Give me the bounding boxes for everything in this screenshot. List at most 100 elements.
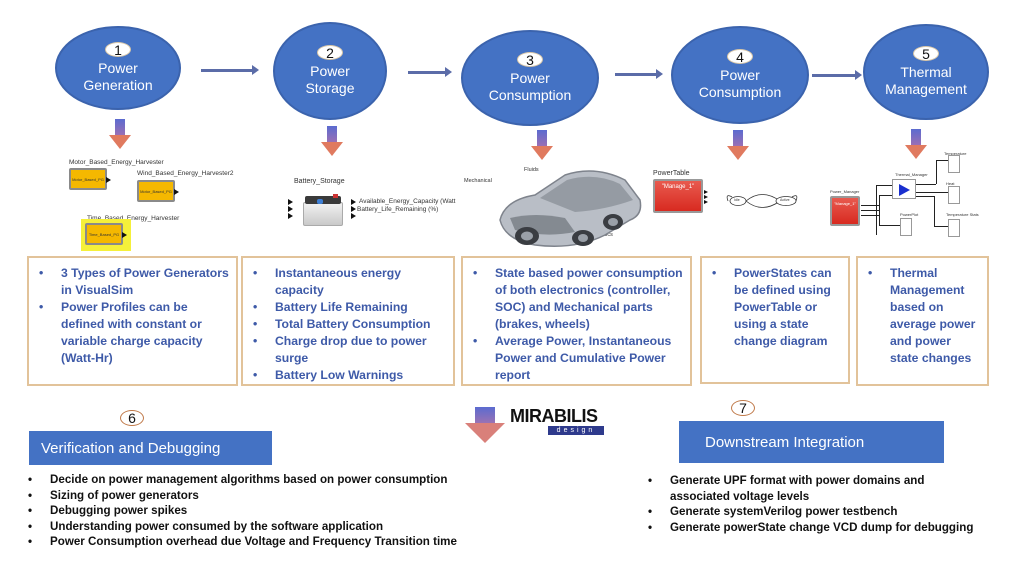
stage-title: Power — [310, 63, 350, 79]
verification-item: Debugging power spikes — [26, 503, 457, 519]
time-harvester-block: Time_Based_PG — [85, 223, 127, 245]
wire — [876, 185, 877, 235]
battery-output-life: Battery_Life_Remaining (%) — [357, 206, 439, 213]
stage-title: Generation — [83, 77, 153, 93]
stage-number-badge: 4 — [727, 49, 753, 65]
down-arrow-icon — [109, 119, 131, 149]
logo-wordmark: MIRABILIS — [510, 406, 598, 426]
powertable-label: PowerTable — [653, 170, 690, 177]
downstream-header: Downstream Integration — [679, 421, 944, 463]
state-idle-label: Idle — [734, 198, 740, 202]
flow-arrow-right-icon — [812, 70, 862, 80]
downstream-item: Generate UPF format with power domains a… — [646, 473, 986, 504]
wind-harvester-label: Wind_Based_Energy_Harvester2 — [137, 170, 234, 177]
verification-list: Decide on power management algorithms ba… — [26, 472, 457, 550]
logo-tagline: design — [548, 426, 604, 435]
car-icon — [499, 170, 642, 247]
thermal-manager-block — [892, 179, 916, 199]
info-item: PowerStates can be defined using PowerTa… — [710, 265, 842, 350]
center-down-arrow-icon — [465, 407, 505, 443]
wind-harvester-block: Motor_Based_PG — [137, 180, 179, 202]
stage-number-badge: 5 — [913, 46, 939, 62]
downstream-title: Downstream Integration — [705, 433, 865, 451]
wire — [936, 160, 948, 161]
flow-arrow-right-icon — [201, 65, 259, 75]
down-arrow-icon — [321, 126, 343, 156]
stage-title: Power — [720, 67, 760, 83]
wire — [916, 192, 948, 193]
downstream-list: Generate UPF format with power domains a… — [646, 473, 986, 535]
wire — [876, 185, 892, 186]
verification-header: Verification and Debugging — [29, 431, 272, 465]
stage-number-badge: 1 — [105, 42, 131, 58]
stage-title: Management — [885, 81, 967, 97]
state-active-label: Active — [780, 198, 790, 202]
verification-title: Verification and Debugging — [41, 439, 221, 457]
wire — [879, 225, 900, 226]
info-item: Instantaneous energy capacity — [251, 265, 447, 299]
stage-number-badge: 3 — [517, 52, 543, 68]
step-badge-6: 6 — [120, 410, 144, 426]
wire — [936, 160, 937, 184]
powerplot-label: PowerPlot — [900, 212, 919, 217]
amplifier-icon — [899, 184, 910, 196]
verification-item: Decide on power management algorithms ba… — [26, 472, 457, 488]
powerplot-scope-icon — [900, 218, 912, 236]
stage-title: Consumption — [488, 87, 572, 103]
stage-title: Power — [510, 70, 550, 86]
car-label-mechanical: Mechanical — [464, 178, 492, 184]
battery-input-ports — [288, 199, 294, 219]
step-badge-7: 7 — [731, 400, 755, 416]
powertable-ports — [704, 190, 708, 204]
verification-item: Understanding power consumed by the soft… — [26, 519, 457, 535]
flow-arrow-right-icon — [615, 69, 663, 79]
battery-output-capacity: Available_Energy_Capacity (Watt — [359, 198, 456, 205]
stage-title: Power — [98, 60, 138, 76]
down-arrow-icon — [531, 130, 553, 160]
motor-harvester-block: Motor_Based_PG — [69, 168, 111, 190]
info-box-consumption-3: State based power consumption of both el… — [461, 256, 692, 386]
info-box-consumption-4: PowerStates can be defined using PowerTa… — [700, 256, 850, 384]
battery-storage-label: Battery_Storage — [294, 178, 345, 185]
stage-title: Consumption — [698, 84, 782, 100]
powertable-block: "Manage_1" — [653, 179, 703, 213]
stage-power-generation: 1 Power Generation — [55, 26, 181, 110]
downstream-item: Generate systemVerilog power testbench — [646, 504, 986, 520]
info-item: 3 Types of Power Generators in VisualSim — [37, 265, 230, 299]
stage-number-badge: 2 — [317, 45, 343, 61]
info-item: Power Profiles can be defined with const… — [37, 299, 230, 367]
heat-scope-icon — [948, 186, 960, 204]
info-box-thermal: Thermal Management based on average powe… — [856, 256, 989, 386]
down-arrow-icon — [905, 129, 927, 159]
info-item: Total Battery Consumption — [251, 316, 447, 333]
temperature-scope-icon — [948, 155, 960, 173]
temperature-stats-icon — [948, 219, 960, 237]
info-box-generation: 3 Types of Power Generators in VisualSim… — [27, 256, 238, 386]
flow-arrow-right-icon — [408, 67, 452, 77]
down-arrow-icon — [727, 130, 749, 160]
info-item: Battery Low Warnings — [251, 367, 447, 384]
battery-icon — [303, 194, 343, 226]
info-item: Thermal Management based on average powe… — [866, 265, 981, 367]
downstream-item: Generate powerState change VCD dump for … — [646, 520, 986, 536]
wire — [879, 195, 892, 196]
wire — [934, 226, 948, 227]
wire — [934, 196, 935, 226]
stage-power-consumption-3: 3 Power Consumption — [461, 30, 599, 126]
stage-power-storage: 2 Power Storage — [273, 22, 387, 120]
stage-title: Storage — [305, 80, 355, 96]
stage-thermal-management: 5 Thermal Management — [863, 24, 989, 120]
verification-item: Power Consumption overhead due Voltage a… — [26, 534, 457, 550]
motor-harvester-label: Motor_Based_Energy_Harvester — [69, 159, 164, 166]
mirabilis-logo: MIRABILIS design — [510, 406, 610, 440]
wire — [879, 195, 880, 225]
info-item: Average Power, Instantaneous Power and C… — [471, 333, 684, 384]
info-box-storage: Instantaneous energy capacity Battery Li… — [241, 256, 455, 386]
thermal-manager-label: Thermal_Manager — [895, 172, 928, 177]
temperature-stats-label: Temperature Stats — [946, 212, 979, 217]
info-item: State based power consumption of both el… — [471, 265, 684, 333]
info-item: Charge drop due to power surge — [251, 333, 447, 367]
info-item: Battery Life Remaining — [251, 299, 447, 316]
stage-power-consumption-4: 4 Power Consumption — [671, 26, 809, 124]
wire — [916, 196, 934, 197]
